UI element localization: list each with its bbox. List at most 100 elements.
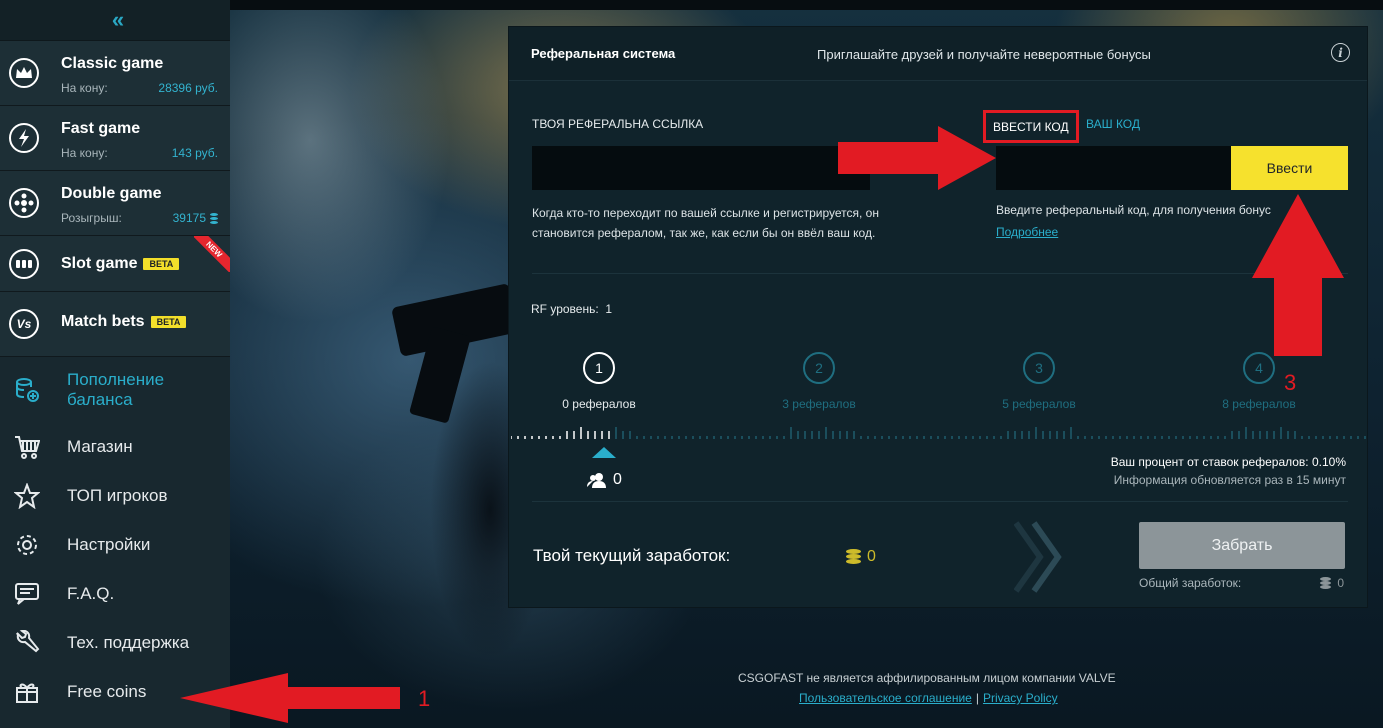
gear-icon — [13, 531, 41, 559]
sidebar-item-free-coins[interactable]: Free coins — [0, 667, 230, 716]
coins-icon — [846, 549, 861, 565]
sidebar-item-settings[interactable]: Настройки — [0, 520, 230, 569]
step-number: 2 — [803, 352, 835, 384]
slot-icon — [9, 248, 39, 279]
terms-link[interactable]: Пользовательское соглашение — [799, 691, 972, 705]
game-title: Slot game BETA — [61, 255, 180, 273]
sidebar-item-shop[interactable]: Магазин — [0, 422, 230, 471]
total-earnings: 0 — [1320, 576, 1344, 590]
wrench-icon — [13, 629, 41, 657]
info-icon[interactable]: i — [1331, 43, 1350, 62]
level-step-3: 3 5 рефералов — [979, 352, 1099, 411]
coin-icon — [210, 212, 218, 224]
divider — [532, 273, 1348, 274]
new-ribbon: NEW — [194, 236, 230, 272]
game-sub-value: 143 руб. — [171, 146, 218, 160]
progress-ticks — [511, 427, 1366, 439]
earnings-value: 0 — [846, 548, 876, 566]
beta-badge: BETA — [143, 257, 180, 270]
rf-level-value: 1 — [605, 302, 613, 316]
sidebar-menu: Пополнение баланса Магазин ТОП игроков Н… — [0, 358, 230, 716]
footer-separator: | — [975, 691, 979, 705]
new-ribbon-text: NEW — [194, 236, 230, 272]
double-chevron-left-icon[interactable]: « — [0, 0, 230, 41]
total-earnings-value: 0 — [1337, 576, 1344, 590]
vs-icon: Vs — [9, 309, 39, 339]
sidebar-item-label: ТОП игроков — [67, 485, 168, 505]
sidebar-game-fast[interactable]: Fast game На кону: 143 руб. — [0, 106, 230, 171]
referral-count-value: 0 — [613, 471, 622, 488]
tab-your-code[interactable]: ВАШ КОД — [1086, 117, 1140, 131]
sidebar-item-label: Магазин — [67, 436, 133, 456]
double-chevron-right-icon — [1014, 521, 1062, 593]
footer-links: Пользовательское соглашение | Privacy Poli… — [799, 691, 1058, 705]
game-sub-label: Розыгрыш: — [61, 211, 122, 225]
faq-icon — [13, 580, 41, 608]
sidebar-game-double[interactable]: Double game Розыгрыш: 39175 — [0, 171, 230, 236]
game-title-text: Match bets — [61, 313, 145, 330]
sidebar-game-slot[interactable]: Slot game BETA NEW — [0, 236, 230, 292]
code-description: Введите реферальный код, для получения б… — [996, 203, 1271, 217]
level-step-4: 4 8 рефералов — [1199, 352, 1319, 411]
referral-percent: Ваш процент от ставок рефералов: 0.10% — [1110, 455, 1346, 469]
game-title: Double game — [61, 185, 162, 202]
modal-subtitle: Приглашайте друзей и получайте невероятн… — [817, 47, 1151, 62]
take-button[interactable]: Забрать — [1139, 522, 1345, 569]
step-number: 1 — [583, 352, 615, 384]
footer-disclaimer: CSGOFAST не является аффилированным лицо… — [738, 671, 1116, 685]
game-sub-value-text: 39175 — [172, 211, 206, 225]
game-sub-label: На кону: — [61, 81, 108, 95]
rf-level: RF уровень: 1 — [531, 302, 612, 316]
divider — [532, 501, 1348, 502]
referral-modal: Реферальная система Приглашайте друзей и… — [508, 26, 1368, 608]
game-title-text: Slot game — [61, 255, 138, 272]
more-link[interactable]: Подробнее — [996, 225, 1058, 239]
annotation-number-3: 3 — [1284, 370, 1297, 395]
tab-enter-code[interactable]: ВВЕСТИ КОД — [983, 110, 1079, 143]
game-title: Fast game — [61, 120, 141, 137]
beta-badge: BETA — [150, 315, 187, 328]
top-bar — [230, 0, 1383, 10]
sidebar-item-label: Free coins — [67, 681, 147, 701]
level-step-1: 1 0 рефералов — [539, 352, 659, 411]
sidebar-item-label: Тех. поддержка — [67, 632, 190, 652]
step-number: 4 — [1243, 352, 1275, 384]
sidebar: « Classic game На кону: 28396 руб. Fast … — [0, 0, 230, 728]
step-label: 3 рефералов — [782, 397, 856, 411]
update-info: Информация обновляется раз в 15 минут — [1113, 473, 1346, 487]
game-sub-label: На кону: — [61, 146, 108, 160]
sidebar-item-label: F.A.Q. — [67, 583, 115, 603]
fan-icon — [9, 188, 39, 218]
privacy-link[interactable]: Privacy Policy — [983, 691, 1058, 705]
referral-count: 0 — [587, 471, 622, 489]
earnings-amount: 0 — [867, 548, 876, 565]
game-title: Match bets BETA — [61, 313, 187, 331]
total-earnings-label: Общий заработок: — [1139, 576, 1242, 590]
sidebar-item-label: Настройки — [67, 534, 151, 554]
ref-link-field[interactable] — [532, 146, 870, 190]
ref-link-description: Когда кто-то переходит по вашей ссылке и… — [532, 206, 879, 240]
sidebar-item-label: Пополнение баланса — [67, 370, 165, 409]
game-sub-value: 28396 руб. — [158, 81, 218, 95]
sidebar-item-support[interactable]: Тех. поддержка — [0, 618, 230, 667]
coins-icon — [1320, 577, 1332, 589]
step-label: 5 рефералов — [1002, 397, 1076, 411]
step-label: 0 рефералов — [562, 397, 636, 411]
sidebar-game-match-bets[interactable]: Vs Match bets BETA — [0, 292, 230, 357]
sidebar-item-faq[interactable]: F.A.Q. — [0, 569, 230, 618]
step-number: 3 — [1023, 352, 1055, 384]
sidebar-item-deposit[interactable]: Пополнение баланса — [0, 358, 230, 422]
modal-title: Реферальная система — [531, 46, 676, 61]
sidebar-game-classic[interactable]: Classic game На кону: 28396 руб. — [0, 41, 230, 106]
gift-icon — [13, 678, 41, 706]
enter-code-button[interactable]: Ввести — [1231, 146, 1348, 190]
earnings-label: Твой текущий заработок: — [533, 546, 731, 565]
referral-code-input[interactable] — [996, 146, 1231, 190]
star-icon — [13, 482, 41, 510]
sidebar-item-top-players[interactable]: ТОП игроков — [0, 471, 230, 520]
level-step-2: 2 3 рефералов — [759, 352, 879, 411]
game-title: Classic game — [61, 55, 164, 72]
modal-header: Реферальная система Приглашайте друзей и… — [509, 27, 1367, 81]
annotation-number-1: 1 — [418, 686, 431, 711]
lightning-icon — [9, 123, 39, 153]
